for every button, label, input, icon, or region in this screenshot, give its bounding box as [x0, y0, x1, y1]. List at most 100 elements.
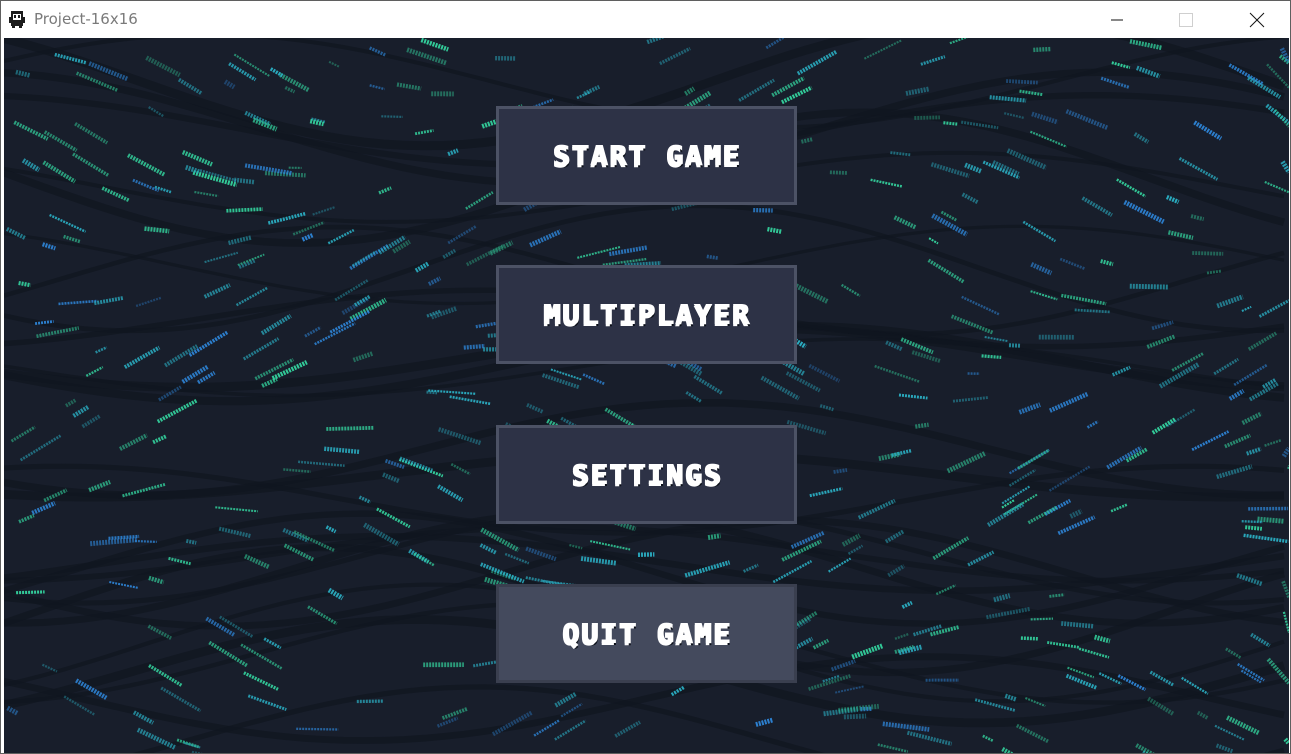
particle-streak — [841, 533, 861, 547]
particle-streak — [472, 660, 499, 668]
particle-streak — [582, 373, 606, 386]
particle-streak — [132, 178, 160, 193]
particle-streak — [1214, 724, 1245, 741]
particle-streak — [1100, 259, 1114, 267]
quit-game-button[interactable]: QUIT GAME — [496, 584, 797, 683]
particle-streak — [1003, 112, 1025, 120]
particle-streak — [164, 344, 199, 368]
particle-streak — [1243, 533, 1289, 544]
particle-streak — [1086, 420, 1099, 429]
particle-streak — [920, 55, 946, 66]
particle-streak — [1247, 331, 1278, 351]
particle-streak — [766, 226, 782, 234]
particle-streak — [1123, 199, 1165, 224]
particle-streak — [194, 190, 219, 198]
quit-game-label: QUIT GAME — [561, 617, 732, 650]
particle-streak — [147, 624, 172, 640]
particle-streak — [946, 451, 986, 474]
settings-button[interactable]: SETTINGS — [496, 425, 797, 524]
start-game-button[interactable]: START GAME — [496, 106, 797, 205]
particle-streak — [800, 137, 813, 144]
particle-streak — [608, 245, 648, 257]
particle-streak — [1246, 446, 1262, 456]
particle-streak — [145, 55, 181, 78]
particle-streak — [18, 513, 35, 524]
particle-streak — [95, 346, 108, 354]
particle-streak — [72, 405, 90, 418]
particle-streak — [156, 399, 198, 424]
particle-streak — [19, 434, 62, 462]
particle-streak — [108, 534, 140, 540]
maximize-button[interactable] — [1163, 1, 1209, 38]
particle-streak — [1151, 417, 1177, 435]
particle-streak — [1001, 747, 1015, 753]
particle-streak — [479, 543, 497, 555]
game-window: Project-16x16 START GAME MULTIPLAYER SET… — [0, 0, 1291, 754]
particle-streak — [1216, 294, 1244, 309]
particle-streak — [993, 593, 1011, 603]
close-button[interactable] — [1234, 1, 1280, 38]
particle-streak — [1030, 262, 1053, 276]
minimize-button[interactable] — [1094, 1, 1140, 38]
particle-streak — [1264, 180, 1289, 194]
particle-streak — [982, 734, 994, 743]
particle-streak — [203, 283, 231, 299]
particle-streak — [1100, 76, 1130, 90]
particle-streak — [1213, 357, 1239, 376]
game-canvas[interactable]: START GAME MULTIPLAYER SETTINGS QUIT GAM… — [4, 38, 1289, 753]
particle-streak — [215, 506, 258, 513]
particle-streak — [414, 129, 434, 136]
particle-streak — [296, 727, 339, 731]
particle-streak — [808, 363, 841, 383]
particle-streak — [981, 354, 1002, 359]
particle-streak — [659, 46, 691, 66]
multiplayer-button[interactable]: MULTIPLAYER — [496, 265, 797, 364]
particle-streak — [840, 283, 861, 297]
particle-streak — [949, 38, 969, 45]
particle-streak — [870, 178, 903, 188]
particle-streak — [894, 632, 910, 640]
particle-streak — [898, 644, 924, 656]
particle-streak — [185, 538, 197, 545]
particle-streak — [1135, 743, 1155, 753]
particle-streak — [1065, 673, 1098, 690]
start-game-label: START GAME — [552, 139, 741, 172]
particle-streak — [1282, 611, 1289, 634]
particle-streak — [420, 38, 449, 52]
particle-streak — [247, 694, 287, 711]
particle-streak — [874, 364, 920, 383]
particle-streak — [13, 120, 49, 141]
particle-streak — [297, 460, 345, 467]
particle-streak — [1241, 411, 1263, 425]
particle-streak — [369, 84, 385, 91]
particle-streak — [63, 234, 81, 244]
particle-streak — [1018, 402, 1041, 415]
particle-streak — [1281, 580, 1289, 598]
particle-streak — [49, 213, 87, 233]
particle-streak — [123, 345, 161, 369]
particle-streak — [1057, 515, 1096, 536]
particle-streak — [43, 130, 78, 153]
particle-streak — [1060, 621, 1094, 629]
particle-streak — [1027, 505, 1058, 525]
particle-streak — [381, 115, 403, 118]
particle-streak — [742, 563, 759, 573]
particle-streak — [952, 396, 989, 403]
particle-streak — [329, 309, 371, 334]
title-bar[interactable]: Project-16x16 — [1, 1, 1290, 38]
particle-streak — [449, 395, 492, 406]
particle-streak — [843, 713, 867, 720]
particle-streak — [127, 153, 166, 177]
particle-streak — [351, 250, 377, 267]
particle-streak — [185, 164, 201, 175]
particle-streak — [465, 191, 494, 210]
particle-streak — [829, 170, 848, 175]
particle-streak — [228, 62, 257, 82]
particle-streak — [204, 251, 239, 264]
particle-streak — [242, 337, 280, 361]
particle-streak — [235, 286, 269, 307]
particle-streak — [349, 297, 387, 322]
particle-streak — [1030, 617, 1054, 621]
particle-streak — [168, 556, 191, 566]
particle-streak — [1264, 439, 1282, 447]
